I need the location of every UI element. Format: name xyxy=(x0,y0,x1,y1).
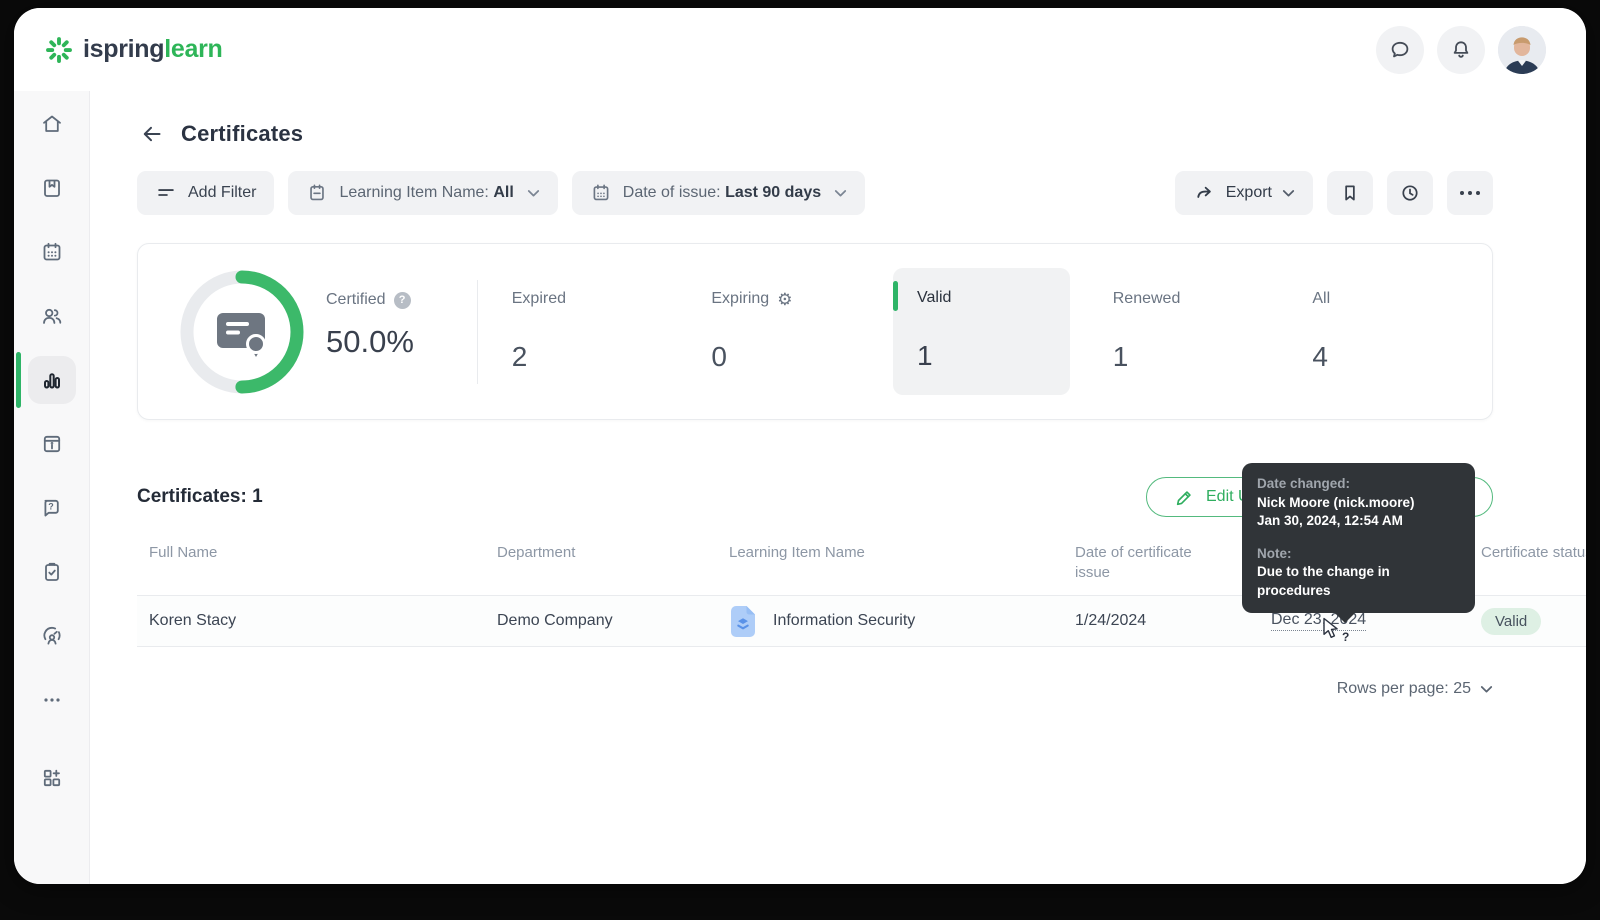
tooltip-datetime: Jan 30, 2024, 12:54 AM xyxy=(1257,513,1403,528)
saved-reports-button[interactable] xyxy=(1327,171,1373,215)
certificates-count-heading: Certificates: 1 xyxy=(137,486,263,507)
person-gauge-icon xyxy=(40,624,64,648)
certified-donut-chart xyxy=(176,266,308,398)
sidebar-item-reports[interactable] xyxy=(15,352,76,408)
home-icon xyxy=(40,112,64,136)
ispring-flower-icon xyxy=(44,35,74,65)
messages-button[interactable] xyxy=(1376,25,1424,74)
sidebar-item-support[interactable]: ? xyxy=(28,484,76,532)
tooltip-title: Date changed: xyxy=(1257,476,1351,491)
app-window: ispringlearn ? Certificates Add Filter L… xyxy=(14,8,1586,884)
tooltip-user: Nick Moore (nick.moore) xyxy=(1257,494,1415,510)
certificates-summary-card: Certified ? 50.0% Expired 2 Expiring ⚙ 0 xyxy=(137,243,1493,420)
grid-plus-icon xyxy=(40,766,64,790)
date-changed-tooltip: Date changed: Nick Moore (nick.moore) Ja… xyxy=(1242,463,1475,623)
certificate-icon xyxy=(217,313,266,357)
sidebar-item-addons[interactable] xyxy=(28,754,76,802)
ellipsis-icon xyxy=(40,688,64,712)
sidebar: ? xyxy=(14,91,90,884)
stat-expired[interactable]: Expired 2 xyxy=(512,244,712,419)
bookmark-icon xyxy=(1339,182,1361,204)
help-icon[interactable]: ? xyxy=(393,291,411,309)
sidebar-item-courses[interactable] xyxy=(28,164,76,212)
question-bubble-icon: ? xyxy=(40,496,64,520)
sidebar-item-performance[interactable] xyxy=(28,612,76,660)
stat-renewed[interactable]: Renewed 1 xyxy=(1113,244,1313,419)
active-indicator xyxy=(893,281,899,311)
chat-bubble-icon xyxy=(1388,38,1412,62)
top-bar: ispringlearn xyxy=(14,8,1586,91)
cell-learning-item: Information Security xyxy=(717,596,1063,646)
cell-department: Demo Company xyxy=(497,612,613,629)
column-learning-item: Learning Item Name xyxy=(729,544,865,561)
date-of-issue-filter[interactable]: Date of issue: Last 90 days xyxy=(571,171,866,215)
filter-icon xyxy=(155,182,177,204)
calendar-icon xyxy=(40,240,64,264)
bell-icon xyxy=(1449,38,1473,62)
sidebar-item-assignments[interactable] xyxy=(28,548,76,596)
sidebar-item-library[interactable] xyxy=(28,420,76,468)
column-date-of-issue: Date of certificate issue xyxy=(1075,544,1192,581)
more-options-button[interactable] xyxy=(1447,171,1493,215)
info-box-icon xyxy=(40,432,64,456)
bar-chart-icon xyxy=(40,368,64,392)
rows-per-page-select[interactable]: Rows per page: 25 xyxy=(137,680,1493,698)
learning-item-name-filter[interactable]: Learning Item Name: All xyxy=(288,171,558,215)
user-avatar[interactable] xyxy=(1498,25,1546,74)
ellipsis-icon xyxy=(1460,191,1480,195)
notifications-button[interactable] xyxy=(1437,25,1485,74)
ispring-learn-logo[interactable]: ispringlearn xyxy=(44,35,223,65)
column-certificate-status: Certificate status xyxy=(1481,544,1586,561)
schedule-button[interactable] xyxy=(1387,171,1433,215)
book-icon xyxy=(40,176,64,200)
gear-icon[interactable]: ⚙ xyxy=(777,291,792,308)
status-badge: Valid xyxy=(1481,607,1542,635)
cell-certificate-status: Valid xyxy=(1469,596,1586,646)
divider xyxy=(476,279,478,384)
stat-valid-selected[interactable]: Valid 1 xyxy=(893,268,1070,395)
column-full-name: Full Name xyxy=(149,544,218,561)
sidebar-item-calendar[interactable] xyxy=(28,228,76,276)
calendar-icon xyxy=(590,182,612,204)
certified-stat: Certified ? 50.0% xyxy=(326,244,456,419)
share-arrow-icon xyxy=(1193,182,1216,205)
pencil-icon xyxy=(1174,487,1195,508)
chevron-down-icon xyxy=(1480,685,1493,694)
clipboard-check-icon xyxy=(40,560,64,584)
stat-all[interactable]: All 4 xyxy=(1312,244,1492,419)
column-department: Department xyxy=(497,544,576,561)
tooltip-note-text: Due to the change in procedures xyxy=(1257,564,1390,598)
svg-text:?: ? xyxy=(48,502,54,512)
cell-date-of-issue: 1/24/2024 xyxy=(1075,612,1147,629)
back-button[interactable] xyxy=(139,121,165,147)
sidebar-item-users[interactable] xyxy=(28,292,76,340)
cell-full-name: Koren Stacy xyxy=(149,612,237,629)
page-title: Certificates xyxy=(181,121,304,146)
chevron-down-icon xyxy=(834,189,847,198)
certified-percent: 50.0% xyxy=(326,324,414,359)
chevron-down-icon xyxy=(1282,189,1295,198)
sidebar-item-more[interactable] xyxy=(28,676,76,724)
users-icon xyxy=(40,304,64,328)
export-button[interactable]: Export xyxy=(1174,171,1313,215)
tooltip-note-label: Note: xyxy=(1257,545,1292,561)
logo-wordmark: ispringlearn xyxy=(83,35,223,63)
stat-expiring[interactable]: Expiring ⚙ 0 xyxy=(711,244,893,419)
sidebar-item-home[interactable] xyxy=(28,100,76,148)
chevron-down-icon xyxy=(527,189,540,198)
clock-icon xyxy=(1399,182,1421,204)
notepad-icon xyxy=(306,182,328,204)
add-filter-button[interactable]: Add Filter xyxy=(137,171,275,215)
course-file-icon xyxy=(729,605,757,638)
